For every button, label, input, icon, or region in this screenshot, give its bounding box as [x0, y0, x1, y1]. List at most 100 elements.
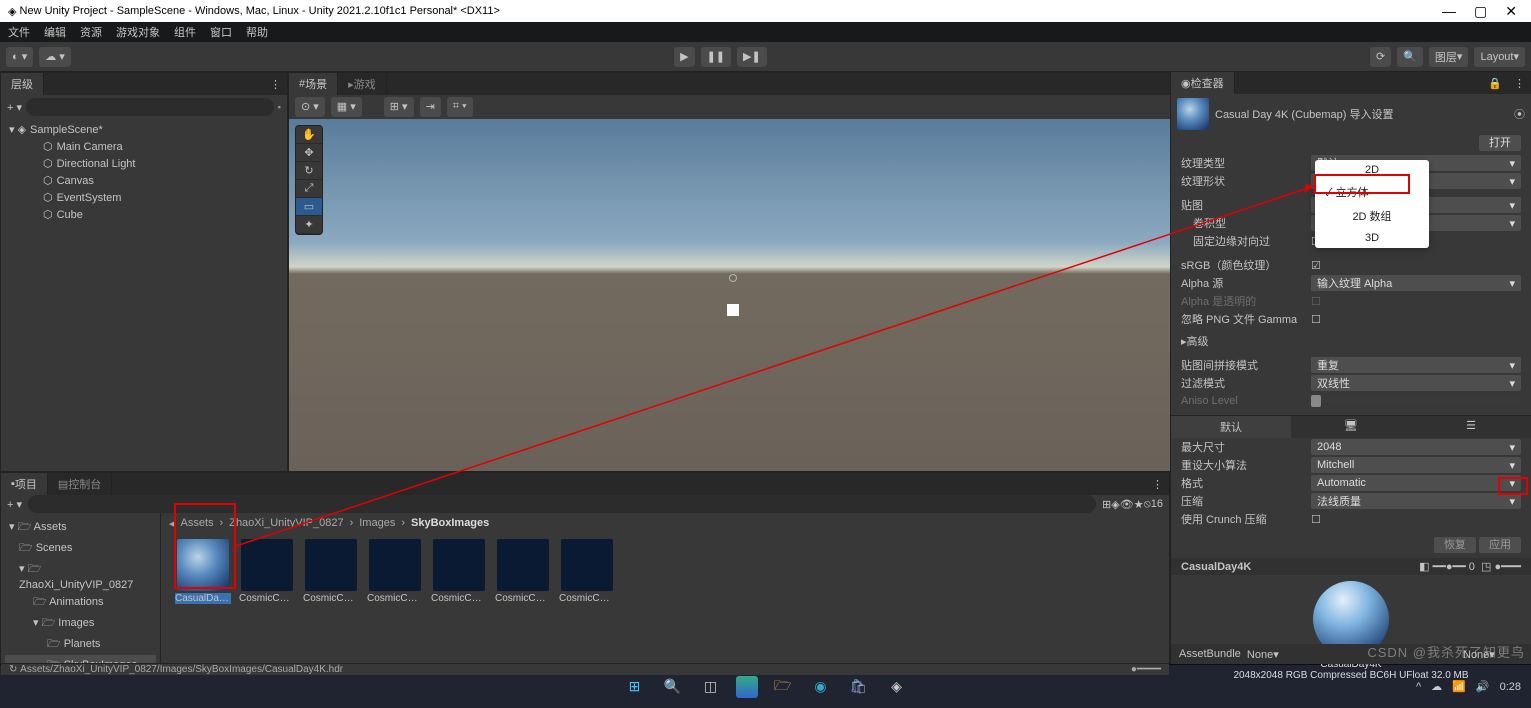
- tab-inspector[interactable]: ◉ 检查器: [1171, 72, 1235, 94]
- platform-tab-default[interactable]: 默认: [1171, 415, 1291, 438]
- widgets-icon[interactable]: [736, 676, 758, 698]
- undo-history-button[interactable]: ⟳: [1370, 47, 1391, 67]
- filter-mode-dropdown[interactable]: 双线性▾: [1311, 375, 1521, 391]
- draw-mode[interactable]: ▦ ▾: [331, 97, 362, 117]
- menu-gameobject[interactable]: 游戏对象: [116, 24, 160, 40]
- open-button[interactable]: 打开: [1479, 135, 1521, 151]
- asset-item[interactable]: CosmicCoo...: [367, 539, 423, 657]
- menu-component[interactable]: 组件: [174, 24, 196, 40]
- tab-project[interactable]: ▪ 项目: [1, 473, 48, 495]
- layers-dropdown[interactable]: 图层 ▾: [1429, 47, 1469, 67]
- search-icon[interactable]: 🔍: [660, 674, 686, 700]
- rect-tool[interactable]: ▭: [296, 198, 322, 216]
- view-tool[interactable]: ✋: [296, 126, 322, 144]
- tray-wifi-icon[interactable]: 📶: [1452, 680, 1466, 693]
- apply-button[interactable]: 应用: [1479, 537, 1521, 553]
- project-menu-icon[interactable]: ⋮: [1146, 478, 1169, 491]
- snap-inc[interactable]: ⇥: [420, 97, 441, 117]
- tab-scene[interactable]: # 场景: [289, 73, 338, 95]
- rotate-tool[interactable]: ↻: [296, 162, 322, 180]
- help-icon[interactable]: ⦿: [1514, 106, 1525, 122]
- asset-item[interactable]: CosmicCoo...: [495, 539, 551, 657]
- menu-file[interactable]: 文件: [8, 24, 30, 40]
- srgb-checkbox[interactable]: ☑: [1311, 259, 1321, 272]
- advanced-foldout[interactable]: ▸ 高级: [1171, 332, 1531, 350]
- revert-button[interactable]: 恢复: [1434, 537, 1476, 553]
- dropdown-option[interactable]: 2D 数组: [1315, 204, 1429, 228]
- tab-game[interactable]: ▸ 游戏: [338, 73, 387, 95]
- step-button[interactable]: ▶❚: [737, 47, 767, 67]
- filter-icon[interactable]: ⊞: [1102, 498, 1111, 511]
- play-button[interactable]: ▶: [674, 47, 694, 67]
- pivot-button[interactable]: ⊙ ▾: [295, 97, 325, 117]
- compress-dropdown[interactable]: 法线质量▾: [1311, 493, 1521, 509]
- close-button[interactable]: ✕: [1505, 3, 1517, 20]
- max-size-dropdown[interactable]: 2048▾: [1311, 439, 1521, 455]
- asset-item[interactable]: CosmicCoo...: [431, 539, 487, 657]
- hierarchy-item[interactable]: ⬡ Main Camera: [3, 138, 285, 155]
- lock-icon[interactable]: 🔒: [1482, 77, 1508, 90]
- grid-snap[interactable]: ⊞ ▾: [384, 97, 414, 117]
- mip-icon[interactable]: ◳: [1481, 560, 1491, 573]
- platform-tab-pc[interactable]: 🖥: [1291, 415, 1411, 438]
- menu-assets[interactable]: 资源: [80, 24, 102, 40]
- minimize-button[interactable]: —: [1442, 3, 1456, 20]
- project-tree[interactable]: ▾ 🗁 Assets 🗁 Scenes ▾ 🗁 ZhaoXi_UnityVIP_…: [1, 513, 161, 663]
- hierarchy-search[interactable]: [26, 98, 274, 116]
- hierarchy-item[interactable]: ⬡ Cube: [3, 206, 285, 223]
- inspector-menu-icon[interactable]: ⋮: [1508, 77, 1531, 90]
- wrap-mode-dropdown[interactable]: 重复▾: [1311, 357, 1521, 373]
- tray-chevron-icon[interactable]: ^: [1416, 681, 1421, 693]
- hierarchy-item[interactable]: ⬡ EventSystem: [3, 189, 285, 206]
- resize-algo-dropdown[interactable]: Mitchell▾: [1311, 457, 1521, 473]
- create-dropdown[interactable]: + ▾: [7, 101, 22, 114]
- breadcrumb[interactable]: ◂ Assets › ZhaoXi_UnityVIP_0827 › Images…: [161, 513, 1169, 533]
- tab-console[interactable]: ▤ 控制台: [48, 473, 112, 495]
- hierarchy-item[interactable]: ⬡ Canvas: [3, 172, 285, 189]
- transform-tool[interactable]: ✦: [296, 216, 322, 234]
- edge-icon[interactable]: ◉: [808, 674, 834, 700]
- task-view-icon[interactable]: ◫: [698, 674, 724, 700]
- hierarchy-menu-icon[interactable]: ⋮: [264, 78, 287, 91]
- start-button[interactable]: ⊞: [622, 674, 648, 700]
- asset-item[interactable]: CosmicCoo...: [303, 539, 359, 657]
- tray-time[interactable]: 0:28: [1500, 681, 1521, 693]
- asset-item[interactable]: CosmicCoo...: [239, 539, 295, 657]
- hierarchy-item[interactable]: ⬡ Directional Light: [3, 155, 285, 172]
- platform-tab-server[interactable]: ☰: [1411, 415, 1531, 438]
- tray-volume-icon[interactable]: 🔊: [1476, 680, 1490, 693]
- search-button[interactable]: 🔍: [1397, 47, 1423, 67]
- dropdown-option[interactable]: 3D: [1315, 228, 1429, 248]
- asset-item[interactable]: CosmicCoo...: [559, 539, 615, 657]
- menu-edit[interactable]: 编辑: [44, 24, 66, 40]
- format-dropdown[interactable]: Automatic▾: [1311, 475, 1521, 491]
- cloud-button[interactable]: ☁ ▾: [39, 47, 71, 67]
- unity-icon[interactable]: ◈: [884, 674, 910, 700]
- refresh-icon[interactable]: ↻: [9, 664, 17, 675]
- menu-window[interactable]: 窗口: [210, 24, 232, 40]
- account-button[interactable]: ◐ ▾: [6, 47, 33, 67]
- exposure-icon[interactable]: ◧: [1419, 560, 1429, 573]
- fav-icon[interactable]: ★: [1134, 498, 1144, 511]
- visibility-icon[interactable]: 👁: [1120, 498, 1134, 511]
- maximize-button[interactable]: ▢: [1474, 3, 1487, 20]
- snap-settings[interactable]: ⌗ ▾: [447, 97, 473, 117]
- pause-button[interactable]: ❚❚: [701, 47, 731, 67]
- tray-cloud-icon[interactable]: ☁: [1431, 680, 1442, 693]
- slider[interactable]: ●━━━━: [1131, 664, 1161, 675]
- tab-hierarchy[interactable]: 层级: [1, 73, 44, 95]
- project-create[interactable]: + ▾: [7, 498, 22, 511]
- layout-dropdown[interactable]: Layout ▾: [1474, 47, 1525, 67]
- crunch-checkbox[interactable]: ☐: [1311, 513, 1321, 526]
- project-search[interactable]: [28, 495, 1096, 513]
- filter-icon-2[interactable]: ◈: [1111, 498, 1119, 511]
- move-tool[interactable]: ✥: [296, 144, 322, 162]
- dropdown-option[interactable]: 立方体: [1315, 180, 1429, 204]
- scene-root[interactable]: ▾ ◈ SampleScene*: [3, 121, 285, 138]
- scale-tool[interactable]: ⤢: [296, 180, 322, 198]
- alpha-src-dropdown[interactable]: 输入纹理 Alpha▾: [1311, 275, 1521, 291]
- explorer-icon[interactable]: 🗁: [770, 674, 796, 700]
- store-icon[interactable]: 🛍: [846, 674, 872, 700]
- asset-item[interactable]: CasualDay...: [175, 539, 231, 657]
- dropdown-option[interactable]: 2D: [1315, 160, 1429, 180]
